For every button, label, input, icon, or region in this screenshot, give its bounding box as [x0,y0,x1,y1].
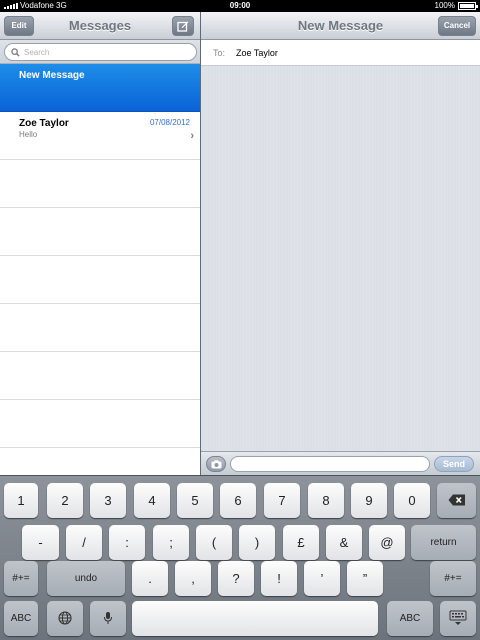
to-label: To: [213,48,226,58]
abc-key-left[interactable]: ABC [4,601,38,636]
key-5[interactable]: 5 [177,483,213,518]
dictation-key[interactable] [90,601,126,636]
backspace-icon [448,494,465,506]
message-input[interactable] [230,456,430,472]
camera-icon [211,459,221,468]
key-exclamation[interactable]: ! [261,561,297,596]
key-9[interactable]: 9 [351,483,387,518]
messages-nav-bar: Messages Edit [0,12,200,40]
new-message-nav-bar: New Message Cancel [201,12,480,40]
list-item-name: New Message [19,70,85,81]
abc-key-right[interactable]: ABC [387,601,433,636]
search-bar [0,40,200,64]
key-4[interactable]: 4 [134,483,170,518]
key-period[interactable]: . [132,561,168,596]
key-pound[interactable]: £ [283,525,319,560]
backspace-key[interactable] [437,483,476,518]
key-0[interactable]: 0 [394,483,430,518]
list-item-empty [0,160,200,208]
key-semicolon[interactable]: ; [153,525,189,560]
key-6[interactable]: 6 [220,483,256,518]
compose-bar: Send [201,451,480,475]
key-open-paren[interactable]: ( [196,525,232,560]
key-1[interactable]: 1 [4,483,38,518]
list-item-date: 07/08/2012 [149,118,190,127]
hide-keyboard-icon [449,610,467,626]
key-close-paren[interactable]: ) [239,525,275,560]
status-bar: Vodafone 3G 09:00 100% [0,0,480,12]
compose-button[interactable] [172,16,194,36]
key-7[interactable]: 7 [264,483,300,518]
chevron-right-icon: › [190,130,194,142]
globe-icon [58,611,72,625]
key-hyphen[interactable]: - [22,525,59,560]
symbols-key-left[interactable]: #+= [4,561,38,596]
cancel-button[interactable]: Cancel [438,16,476,36]
list-item-preview: Hello [19,130,38,139]
keyboard: 1 2 3 4 5 6 7 8 9 0 - / : ; ( ) £ & @ re… [0,475,480,640]
return-key[interactable]: return [411,525,476,560]
battery-info: 100% [434,0,478,12]
recipient-field[interactable]: To: Zoe Taylor [201,40,480,66]
key-2[interactable]: 2 [47,483,83,518]
hide-keyboard-key[interactable] [440,601,476,636]
key-question[interactable]: ? [218,561,254,596]
battery-icon [458,2,478,10]
key-colon[interactable]: : [109,525,145,560]
list-item-zoe-taylor[interactable]: Zoe Taylor 07/08/2012 Hello › [0,112,200,160]
key-apostrophe[interactable]: ’ [304,561,340,596]
key-at[interactable]: @ [369,525,405,560]
list-item-empty [0,208,200,256]
space-key[interactable] [132,601,378,636]
search-icon [11,47,20,57]
list-item-name: Zoe Taylor [19,118,69,129]
list-item-empty [0,256,200,304]
undo-key[interactable]: undo [47,561,125,596]
symbols-key-right[interactable]: #+= [430,561,476,596]
list-item-empty [0,352,200,400]
key-slash[interactable]: / [66,525,102,560]
list-item-empty [0,400,200,448]
battery-label: 100% [434,1,455,10]
key-ampersand[interactable]: & [326,525,362,560]
edit-button[interactable]: Edit [4,16,34,36]
key-comma[interactable]: , [175,561,211,596]
camera-button[interactable] [206,456,226,472]
key-8[interactable]: 8 [308,483,344,518]
search-input[interactable] [24,47,174,57]
conversation-list-pane: Messages Edit New Message Zoe Taylor 07/… [0,12,200,475]
globe-key[interactable] [47,601,83,636]
microphone-icon [104,612,112,625]
key-quote[interactable]: ” [347,561,383,596]
key-3[interactable]: 3 [90,483,126,518]
list-item-new-message[interactable]: New Message [0,64,200,112]
list-item-empty [0,304,200,352]
compose-icon [177,21,189,32]
new-message-pane: New Message Cancel To: Zoe Taylor Send [201,12,480,475]
send-button[interactable]: Send [434,456,474,472]
status-time: 09:00 [229,1,251,10]
recipient-name: Zoe Taylor [236,48,278,58]
search-box [4,43,197,61]
